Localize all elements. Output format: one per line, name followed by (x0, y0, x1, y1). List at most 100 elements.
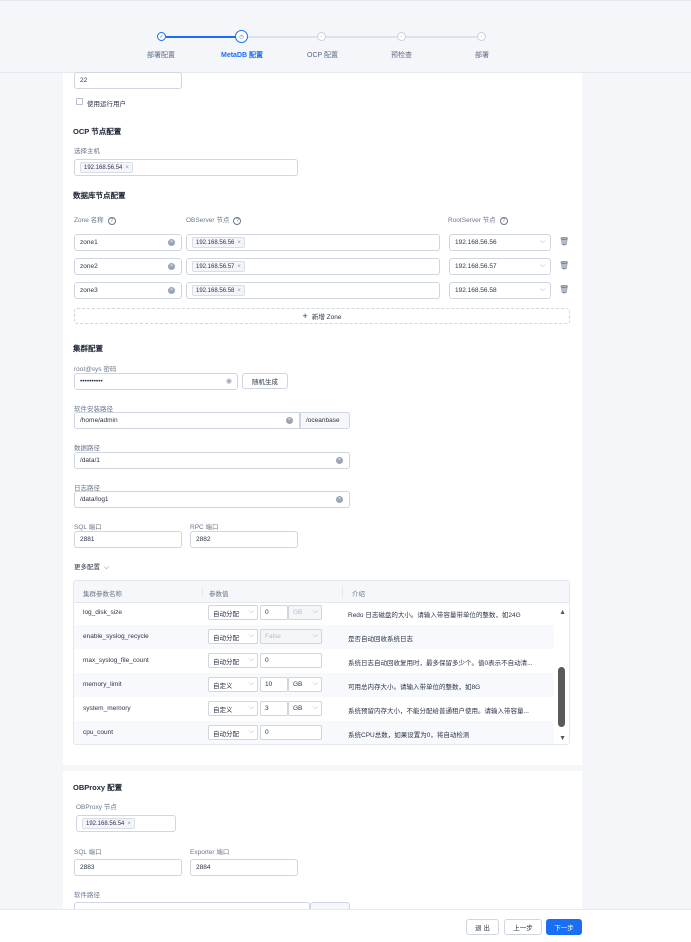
param-desc-header: 介绍 (352, 591, 365, 598)
ocp-node-title: OCP 节点配置 (73, 127, 122, 136)
chevron-down-icon: ⌵ (248, 680, 254, 687)
observer-select[interactable]: 192.168.56.56 × (186, 234, 440, 251)
root-password-input[interactable]: •••••••••• ◉ (74, 373, 238, 390)
ssh-port-input[interactable]: 22 (74, 72, 182, 89)
help-icon[interactable]: ? (233, 217, 242, 225)
step-done-check-icon: ✓ (157, 32, 166, 41)
chevron-down-icon: ⌵ (248, 632, 254, 639)
exit-button[interactable]: 退 出 (466, 919, 499, 935)
zone-name-value: zone2 (80, 263, 98, 270)
obproxy-node-label: OBProxy 节点 (76, 804, 117, 811)
install-path-suffix: /oceanbase (300, 412, 350, 429)
rootserver-select[interactable]: 192.168.56.56 ⌵ (449, 234, 551, 251)
param-value: 3 (265, 705, 269, 712)
param-mode-value: 自动分配 (213, 730, 239, 738)
observer-select[interactable]: 192.168.56.57 × (186, 258, 440, 275)
param-mode-select[interactable]: 自动分配 ⌵ (208, 725, 258, 740)
scroll-thumb[interactable] (558, 667, 565, 727)
column-divider (342, 587, 343, 597)
stepper-header: ✓ ◷ ◦ ◦ ◦ 部署配置 MetaDB 配置 OCP 配置 预检查 部署 (0, 0, 691, 73)
obproxy-node-select[interactable]: 192.168.56.54 × (76, 815, 176, 832)
rootserver-select[interactable]: 192.168.56.57 ⌵ (449, 258, 551, 275)
table-scrollbar[interactable]: ▲ ▼ (554, 603, 569, 744)
delete-zone-trash-icon[interactable]: 🗑 (559, 261, 569, 270)
clear-icon[interactable]: × (336, 496, 343, 503)
rootserver-value: 192.168.56.57 (455, 263, 497, 270)
chevron-down-icon: ⌵ (248, 704, 254, 711)
param-value-header: 参数值 (209, 591, 229, 598)
table-row: max_syslog_file_count 自动分配 ⌵ 0 系统日志自动回收复用… (74, 649, 556, 673)
zone-name-input[interactable]: zone1 × (74, 234, 182, 251)
delete-zone-trash-icon[interactable]: 🗑 (559, 285, 569, 294)
rpc-port-value: 2882 (196, 536, 211, 543)
password-value: •••••••••• (80, 378, 103, 385)
tag-close-icon[interactable]: × (237, 288, 241, 294)
scroll-up-icon[interactable]: ▲ (559, 609, 566, 616)
chevron-down-icon: ⌵ (312, 608, 318, 615)
param-mode-select[interactable]: 自动分配 ⌵ (208, 653, 258, 668)
db-node-title: 数据库节点配置 (73, 191, 126, 200)
host-tag-text: 192.168.56.54 (84, 164, 123, 171)
tag-close-icon[interactable]: × (237, 240, 241, 246)
param-mode-select[interactable]: 自动分配 ⌵ (208, 629, 258, 644)
zone-name-input[interactable]: zone3 × (74, 282, 182, 299)
table-row: memory_limit 自定义 ⌵ 10 GB ⌵ 可用总内存大小。请输入带单位的… (74, 673, 556, 697)
data-path-input[interactable]: /data/1 × (74, 452, 350, 469)
log-path-input[interactable]: /data/log1 × (74, 491, 350, 508)
help-icon[interactable]: ? (107, 217, 116, 225)
add-zone-button[interactable]: + 新增 Zone (74, 308, 570, 324)
param-value-input[interactable]: 0 (260, 605, 288, 620)
param-unit-select[interactable]: GB ⌵ (288, 701, 322, 716)
obproxy-sql-port-input[interactable]: 2883 (74, 859, 182, 876)
more-config-label: 更多配置 (74, 564, 100, 571)
scroll-down-icon[interactable]: ▼ (559, 735, 566, 742)
param-mode-select[interactable]: 自定义 ⌵ (208, 701, 258, 716)
exporter-port-value: 2884 (196, 864, 211, 871)
table-row: cpu_count 自动分配 ⌵ 0 系统CPU总数，如果设置为0，将自动检测 (74, 721, 556, 744)
tag-close-icon[interactable]: × (237, 264, 241, 270)
ocp-host-select[interactable]: 192.168.56.54 × (74, 159, 298, 176)
obproxy-sql-port-value: 2883 (80, 864, 95, 871)
param-mode-value: 自动分配 (213, 610, 239, 618)
help-icon[interactable]: ? (499, 217, 508, 225)
random-generate-label: 随机生成 (252, 379, 278, 386)
param-mode-value: 自动分配 (213, 634, 239, 642)
clear-icon[interactable]: × (168, 287, 175, 294)
rootserver-value: 192.168.56.56 (455, 239, 497, 246)
exit-label: 退 出 (475, 925, 490, 932)
use-run-user-checkbox[interactable] (76, 98, 83, 105)
param-mode-select[interactable]: 自动分配 ⌵ (208, 605, 258, 620)
rpc-port-input[interactable]: 2882 (190, 531, 298, 548)
param-value-input[interactable]: 0 (260, 725, 322, 740)
prev-step-button[interactable]: 上一步 (504, 919, 542, 935)
install-path-input[interactable]: /home/admin × (74, 412, 300, 429)
cluster-params-table: 集群参数名称 参数值 介绍 log_disk_size 自动分配 ⌵ 0 GB ⌵ … (73, 580, 570, 745)
install-path-value: /home/admin (80, 417, 118, 424)
next-step-button[interactable]: 下一步 (546, 919, 582, 935)
exporter-port-input[interactable]: 2884 (190, 859, 298, 876)
param-unit-select[interactable]: GB ⌵ (288, 677, 322, 692)
delete-zone-trash-icon[interactable]: 🗑 (559, 237, 569, 246)
observer-select[interactable]: 192.168.56.58 × (186, 282, 440, 299)
param-desc: 系统CPU总数，如果设置为0，将自动检测 (348, 732, 470, 739)
tag-close-icon[interactable]: × (127, 821, 131, 827)
tag-close-icon[interactable]: × (125, 165, 129, 171)
more-config-toggle[interactable]: 更多配置 ⌵ (74, 561, 109, 572)
eye-icon[interactable]: ◉ (226, 377, 232, 385)
clear-icon[interactable]: × (168, 239, 175, 246)
sql-port-input[interactable]: 2881 (74, 531, 182, 548)
param-desc: 系统预留内存大小，不能分配给普通租户使用。请输入带容量... (348, 708, 529, 715)
rootserver-select[interactable]: 192.168.56.58 ⌵ (449, 282, 551, 299)
use-run-user-label: 使用运行用户 (87, 101, 126, 108)
clear-icon[interactable]: × (336, 457, 343, 464)
clear-icon[interactable]: × (286, 417, 293, 424)
zone-name-input[interactable]: zone2 × (74, 258, 182, 275)
random-generate-button[interactable]: 随机生成 (242, 373, 288, 389)
param-value-input[interactable]: 3 (260, 701, 288, 716)
param-mode-select[interactable]: 自定义 ⌵ (208, 677, 258, 692)
clear-icon[interactable]: × (168, 263, 175, 270)
param-value: 10 (265, 681, 273, 688)
param-value: 0 (265, 729, 269, 736)
param-value-input[interactable]: 10 (260, 677, 288, 692)
param-value-input[interactable]: 0 (260, 653, 322, 668)
